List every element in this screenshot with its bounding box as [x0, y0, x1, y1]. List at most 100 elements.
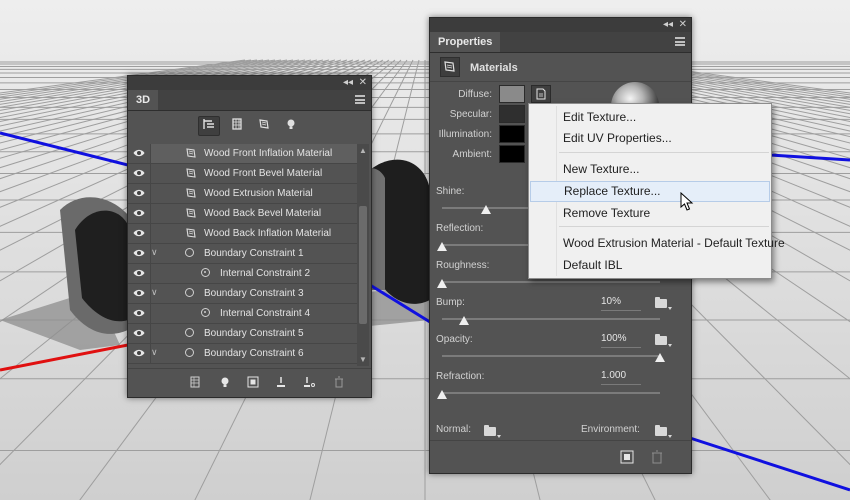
roughness-slider-knob[interactable] [437, 279, 447, 288]
menu-item-wood-extrusion-material-default-texture[interactable]: Wood Extrusion Material - Default Textur… [530, 233, 785, 254]
row-divider [150, 224, 151, 243]
menu-item-new-texture[interactable]: New Texture... [530, 159, 770, 180]
trash-icon[interactable] [332, 376, 346, 390]
menu-separator [559, 152, 769, 153]
diffuse-texture-button[interactable] [531, 85, 551, 103]
visibility-eye-icon[interactable] [133, 188, 145, 198]
mesh-add-icon[interactable] [188, 376, 202, 390]
expand-chevron-icon[interactable]: ∨ [151, 287, 158, 298]
refraction-slider-track[interactable] [442, 392, 660, 394]
bump-texture-folder-icon[interactable] [655, 297, 672, 310]
visibility-eye-icon[interactable] [133, 228, 145, 238]
layer-label: Wood Front Inflation Material [204, 148, 333, 159]
ground-plane-icon[interactable] [274, 376, 288, 390]
collapse-icon[interactable]: ◂◂ [343, 76, 353, 90]
visibility-eye-icon[interactable] [133, 308, 145, 318]
environment-label: Environment: [581, 424, 640, 435]
layer-row[interactable]: Wood Front Inflation Material [128, 144, 357, 164]
row-divider [150, 204, 151, 223]
scroll-down-icon[interactable]: ▼ [357, 355, 369, 364]
layer-row[interactable]: Wood Back Bevel Material [128, 204, 357, 224]
menu-item-remove-texture[interactable]: Remove Texture [530, 203, 770, 224]
refraction-value-field[interactable]: 1.000 [601, 370, 641, 385]
layer-list-scrollbar[interactable]: ▲ ▼ [357, 144, 369, 366]
panel-menu-icon[interactable] [355, 95, 365, 104]
visibility-eye-icon[interactable] [133, 208, 145, 218]
visibility-eye-icon[interactable] [133, 348, 145, 358]
bump-value-field[interactable]: 10% [601, 296, 641, 311]
refraction-label: Refraction: [436, 371, 485, 382]
menu-item-default-ibl[interactable]: Default IBL [530, 255, 770, 276]
tab-3d[interactable]: 3D [128, 90, 159, 110]
expand-chevron-icon[interactable]: ∨ [151, 347, 158, 358]
menu-item-edit-texture[interactable]: Edit Texture... [530, 107, 770, 128]
layer-label: Wood Back Inflation Material [204, 228, 332, 239]
environment-texture-folder-icon[interactable] [655, 425, 672, 438]
row-divider [150, 264, 151, 283]
lights-icon[interactable] [281, 117, 301, 135]
opacity-slider-knob[interactable] [655, 353, 665, 362]
layer-label: Internal Constraint 2 [220, 268, 311, 279]
diffuse-color-swatch[interactable] [499, 85, 525, 103]
render-icon[interactable] [620, 450, 634, 464]
materials-icon[interactable] [254, 117, 274, 135]
visibility-eye-icon[interactable] [133, 328, 145, 338]
whole-scene-icon[interactable] [197, 116, 220, 136]
diffuse-label: Diffuse: [458, 89, 492, 100]
visibility-eye-icon[interactable] [133, 288, 145, 298]
layer-row[interactable]: Wood Extrusion Material [128, 184, 357, 204]
roughness-slider-track[interactable] [442, 281, 660, 283]
constraint-icon[interactable] [302, 376, 316, 390]
opacity-texture-folder-icon[interactable] [655, 334, 672, 347]
panel-menu-icon[interactable] [675, 37, 685, 46]
opacity-label: Opacity: [436, 334, 473, 345]
boundary-constraint-icon [184, 287, 196, 299]
specular-color-swatch[interactable] [499, 105, 525, 123]
visibility-eye-icon[interactable] [133, 268, 145, 278]
texture-context-menu: Edit Texture... Edit UV Properties... New … [528, 103, 785, 279]
layer-row[interactable]: ∨ Boundary Constraint 6 [128, 344, 357, 364]
row-divider [150, 144, 151, 163]
layer-row[interactable]: Internal Constraint 4 [128, 304, 357, 324]
refraction-slider-knob[interactable] [437, 390, 447, 399]
bump-slider-track[interactable] [442, 318, 660, 320]
shine-slider-knob[interactable] [480, 205, 491, 214]
scroll-up-icon[interactable]: ▲ [357, 146, 369, 155]
visibility-eye-icon[interactable] [133, 168, 145, 178]
opacity-value-field[interactable]: 100% [601, 333, 641, 348]
illumination-color-swatch[interactable] [499, 125, 525, 143]
layer-label: Internal Constraint 4 [220, 308, 311, 319]
light-add-icon[interactable] [218, 376, 232, 390]
render-icon[interactable] [246, 376, 260, 390]
normal-texture-folder-icon[interactable] [484, 425, 501, 438]
layer-label: Boundary Constraint 1 [204, 248, 304, 259]
layer-row[interactable]: Boundary Constraint 5 [128, 324, 357, 344]
expand-chevron-icon[interactable]: ∨ [151, 247, 158, 258]
shine-label: Shine: [436, 186, 465, 197]
panel-3d-titlebar[interactable]: ◂◂ ✕ [128, 76, 371, 90]
layer-row[interactable]: Wood Back Inflation Material [128, 224, 357, 244]
close-icon[interactable]: ✕ [359, 76, 367, 90]
tab-properties[interactable]: Properties [430, 32, 501, 52]
collapse-icon[interactable]: ◂◂ [663, 18, 673, 32]
layer-row[interactable]: ∨ Boundary Constraint 1 [128, 244, 357, 264]
visibility-eye-icon[interactable] [133, 148, 145, 158]
menu-item-edit-uv-properties[interactable]: Edit UV Properties... [530, 128, 770, 149]
trash-icon[interactable] [650, 450, 664, 464]
properties-titlebar[interactable]: ◂◂ ✕ [430, 18, 691, 32]
scroll-thumb[interactable] [359, 206, 367, 324]
layer-row[interactable]: Internal Constraint 2 [128, 264, 357, 284]
close-icon[interactable]: ✕ [679, 18, 687, 32]
meshes-icon[interactable] [227, 117, 247, 135]
boundary-constraint-icon [184, 347, 196, 359]
normal-label: Normal: [436, 424, 472, 435]
ambient-color-swatch[interactable] [499, 145, 525, 163]
layer-row[interactable]: ∨ Boundary Constraint 3 [128, 284, 357, 304]
menu-item-replace-texture[interactable]: Replace Texture... [530, 181, 770, 202]
reflection-slider-knob[interactable] [437, 242, 447, 251]
row-divider [150, 164, 151, 183]
layer-row[interactable]: Wood Front Bevel Material [128, 164, 357, 184]
bump-slider-knob[interactable] [458, 316, 469, 325]
visibility-eye-icon[interactable] [133, 248, 145, 258]
opacity-slider-track[interactable] [442, 355, 660, 357]
